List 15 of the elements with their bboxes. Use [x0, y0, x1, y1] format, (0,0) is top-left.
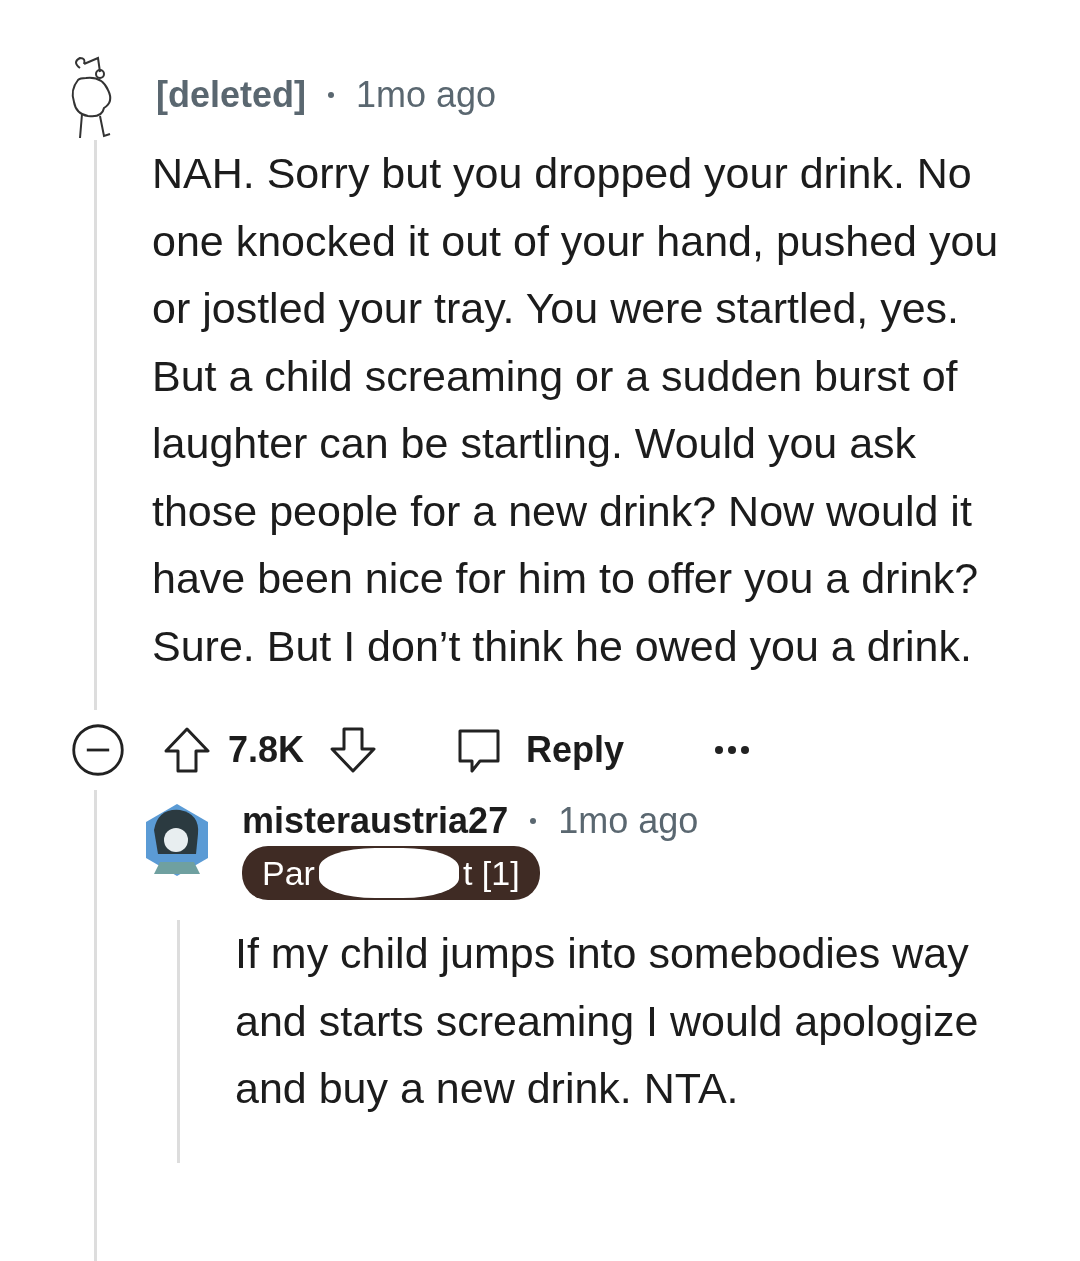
separator-dot — [328, 92, 334, 98]
timestamp: 1mo ago — [558, 800, 699, 842]
more-options-icon[interactable] — [714, 745, 751, 755]
timestamp: 1mo ago — [356, 74, 497, 116]
flair-text: Par — [262, 853, 315, 893]
reply-button[interactable]: Reply — [454, 725, 625, 775]
upvote-icon[interactable] — [162, 725, 212, 775]
separator-dot — [530, 818, 537, 824]
username[interactable]: [deleted] — [156, 74, 306, 116]
comment-text: NAH. Sorry but you dropped your drink. No one knocked it out of your hand, pushed you or jostled your tray. You were startled, yes. But a child screaming or a sudden burst of laughter can be startling. Would you ask those people for a new drink? Now would it have been nice for him to offer you a drink? Sure. But I don’t think he owed you a drink. — [152, 148, 1000, 672]
vote-count: 7.8K — [228, 729, 305, 771]
flair-text: t [1] — [462, 853, 520, 893]
comment-text: If my child jumps into somebodies way and starts screaming I would apologize and buy a new drink. NTA. — [177, 920, 1005, 1163]
collapse-icon[interactable] — [70, 722, 126, 778]
username[interactable]: misteraustria27 — [242, 800, 509, 842]
